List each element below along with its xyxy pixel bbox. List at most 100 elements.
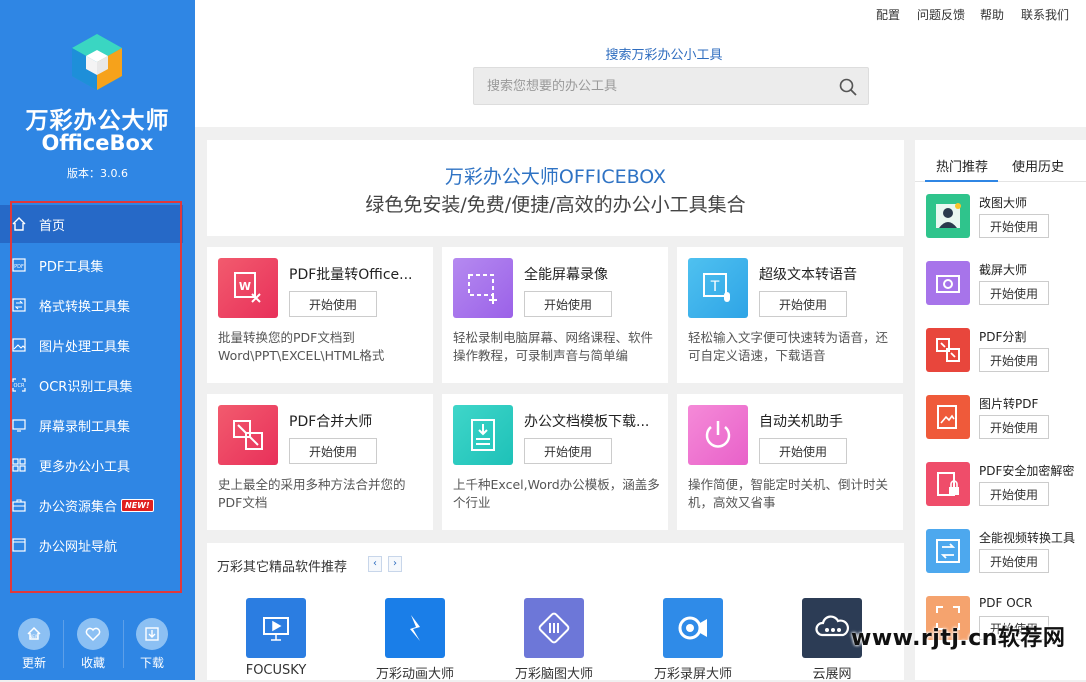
recommend-label: 云展网 bbox=[812, 667, 852, 682]
brand-name-en: OfficeBox bbox=[41, 131, 154, 155]
hot-item-title: 图片转PDF bbox=[979, 397, 1039, 411]
recommend-label: 万彩动画大师 bbox=[375, 667, 454, 682]
card-description: 批量转换您的PDF文档到Word\PPT\EXCEL\HTML格式 bbox=[218, 330, 385, 363]
start-button[interactable]: 开始使用 bbox=[979, 214, 1049, 238]
header: 配置 问题反馈 帮助 联系我们 搜索万彩办公小工具 bbox=[195, 0, 1086, 127]
download-button[interactable]: 下载 bbox=[126, 618, 178, 671]
tool-card-pdf-merge: PDF合并大师 开始使用 史上最全的采用多种方法合并您的PDF文档 bbox=[207, 394, 433, 530]
start-button[interactable]: 开始使用 bbox=[524, 438, 612, 464]
favorite-label: 收藏 bbox=[80, 656, 105, 670]
recommend-item-mindmap[interactable]: 万彩脑图大师 bbox=[504, 598, 604, 682]
recommend-item-screen-recorder[interactable]: 万彩录屏大师 bbox=[643, 598, 743, 682]
help-link[interactable]: 帮助 bbox=[980, 6, 1004, 23]
screen-recorder-icon bbox=[663, 598, 723, 658]
tool-card-pdf-to-office: W PDF批量转Office... 开始使用 批量转换您的PDF文档到Word\… bbox=[207, 247, 433, 383]
feedback-link[interactable]: 问题反馈 bbox=[917, 6, 965, 23]
start-button[interactable]: 开始使用 bbox=[979, 415, 1049, 439]
card-title: 自动关机助手 bbox=[759, 414, 843, 430]
banner-title: 万彩办公大师OFFICEBOX bbox=[444, 166, 667, 188]
recommend-prev-button[interactable]: ‹ bbox=[368, 556, 382, 572]
hot-item: 全能视频转换工具 开始使用 bbox=[926, 529, 1086, 579]
search-icon[interactable] bbox=[838, 77, 858, 97]
card-title: 全能屏幕录像 bbox=[524, 267, 608, 283]
recommend-label: 万彩脑图大师 bbox=[514, 667, 593, 682]
hot-item: 改图大师 开始使用 bbox=[926, 194, 1086, 244]
watermark-text: www.rjtj.cn软荐网 bbox=[851, 626, 1066, 651]
screen-record-icon bbox=[453, 258, 513, 318]
recommend-title: 万彩其它精品软件推荐 bbox=[217, 560, 348, 575]
recommend-next-button[interactable]: › bbox=[388, 556, 402, 572]
config-link[interactable]: 配置 bbox=[876, 6, 900, 23]
active-tab-indicator bbox=[925, 180, 998, 182]
start-button[interactable]: 开始使用 bbox=[759, 291, 847, 317]
hot-panel: 热门推荐 使用历史 改图大师 开始使用 截屏大师 开始使用 PDF分割 开始使用… bbox=[915, 140, 1086, 680]
tool-card-document-template: 办公文档模板下载... 开始使用 上千种Excel,Word办公模板，涵盖多个行… bbox=[442, 394, 668, 530]
screenshot-icon bbox=[926, 261, 970, 305]
hot-item-title: PDF分割 bbox=[979, 330, 1027, 344]
card-description: 轻松录制电脑屏幕、网络课程、软件操作教程，可录制声音与简单编 bbox=[453, 330, 654, 363]
pdf-split-icon bbox=[926, 328, 970, 372]
download-icon bbox=[136, 618, 168, 650]
start-button[interactable]: 开始使用 bbox=[979, 549, 1049, 573]
card-description: 史上最全的采用多种方法合并您的PDF文档 bbox=[218, 477, 406, 510]
document-template-icon bbox=[453, 405, 513, 465]
start-button[interactable]: 开始使用 bbox=[289, 438, 377, 464]
tab-history[interactable]: 使用历史 bbox=[1012, 156, 1064, 175]
hot-item: PDF安全加密解密 开始使用 bbox=[926, 462, 1086, 512]
tool-card-auto-shutdown: 自动关机助手 开始使用 操作简便，智能定时关机、倒计时关机，高效又省事 bbox=[677, 394, 903, 530]
start-button[interactable]: 开始使用 bbox=[979, 281, 1049, 305]
start-button[interactable]: 开始使用 bbox=[524, 291, 612, 317]
update-icon: NEW bbox=[18, 618, 50, 650]
hot-item: PDF分割 开始使用 bbox=[926, 328, 1086, 378]
pdf-to-office-icon: W bbox=[218, 258, 278, 318]
photo-editor-icon bbox=[926, 194, 970, 238]
start-button[interactable]: 开始使用 bbox=[979, 348, 1049, 372]
nav-highlight-frame bbox=[10, 201, 182, 593]
version-label: 版本：3.0.6 bbox=[67, 167, 128, 180]
focusky-icon bbox=[246, 598, 306, 658]
card-title: PDF批量转Office... bbox=[289, 267, 413, 283]
download-label: 下载 bbox=[139, 656, 164, 670]
tool-card-screen-record: 全能屏幕录像 开始使用 轻松录制电脑屏幕、网络课程、软件操作教程，可录制声音与简… bbox=[442, 247, 668, 383]
card-description: 操作简便，智能定时关机、倒计时关机，高效又省事 bbox=[688, 477, 889, 510]
banner-subtitle: 绿色免安装/免费/便捷/高效的办公小工具集合 bbox=[365, 194, 746, 216]
heart-icon bbox=[77, 618, 109, 650]
svg-text:T: T bbox=[710, 279, 720, 295]
contact-link[interactable]: 联系我们 bbox=[1021, 6, 1069, 23]
favorite-button[interactable]: 收藏 bbox=[67, 618, 119, 671]
tool-card-text-to-speech: T 超级文本转语音 开始使用 轻松输入文字便可快速转为语音，还可自定义语速，下载… bbox=[677, 247, 903, 383]
recommend-item-focusky[interactable]: FOCUSKY bbox=[226, 598, 326, 678]
banner: 万彩办公大师OFFICEBOX 绿色免安装/免费/便捷/高效的办公小工具集合 bbox=[207, 140, 904, 236]
pdf-merge-icon bbox=[218, 405, 278, 465]
pdf-lock-icon bbox=[926, 462, 970, 506]
update-button[interactable]: NEW 更新 bbox=[8, 618, 60, 671]
hot-item-title: 改图大师 bbox=[979, 196, 1028, 210]
mindmap-icon bbox=[524, 598, 584, 658]
search-title: 搜索万彩办公小工具 bbox=[605, 48, 723, 63]
recommend-label: 万彩录屏大师 bbox=[653, 667, 732, 682]
card-description: 上千种Excel,Word办公模板，涵盖多个行业 bbox=[453, 477, 660, 510]
officebox-logo-icon bbox=[72, 34, 122, 90]
start-button[interactable]: 开始使用 bbox=[289, 291, 377, 317]
start-button[interactable]: 开始使用 bbox=[759, 438, 847, 464]
card-description: 轻松输入文字便可快速转为语音，还可自定义语速，下载语音 bbox=[688, 330, 889, 363]
hot-item-title: PDF OCR bbox=[979, 596, 1033, 610]
card-title: PDF合并大师 bbox=[289, 414, 373, 430]
sidebar: 万彩办公大师 OfficeBox 版本：3.0.6 首页 PDF PDF工具集 … bbox=[0, 0, 195, 680]
start-button[interactable]: 开始使用 bbox=[979, 482, 1049, 506]
recommend-item-animation[interactable]: 万彩动画大师 bbox=[365, 598, 465, 682]
svg-text:W: W bbox=[239, 280, 251, 293]
search-input[interactable] bbox=[474, 68, 824, 104]
tab-hot[interactable]: 热门推荐 bbox=[936, 156, 988, 175]
hot-item-title: 截屏大师 bbox=[979, 263, 1028, 277]
image-to-pdf-icon bbox=[926, 395, 970, 439]
hot-item: 截屏大师 开始使用 bbox=[926, 261, 1086, 311]
search-box bbox=[473, 67, 869, 105]
text-to-speech-icon: T bbox=[688, 258, 748, 318]
power-icon bbox=[688, 405, 748, 465]
animation-icon bbox=[385, 598, 445, 658]
hot-item-title: 全能视频转换工具 bbox=[979, 531, 1076, 545]
svg-text:NEW: NEW bbox=[29, 634, 39, 639]
hot-item: 图片转PDF 开始使用 bbox=[926, 395, 1086, 445]
brand-name-cn: 万彩办公大师 bbox=[25, 108, 170, 134]
